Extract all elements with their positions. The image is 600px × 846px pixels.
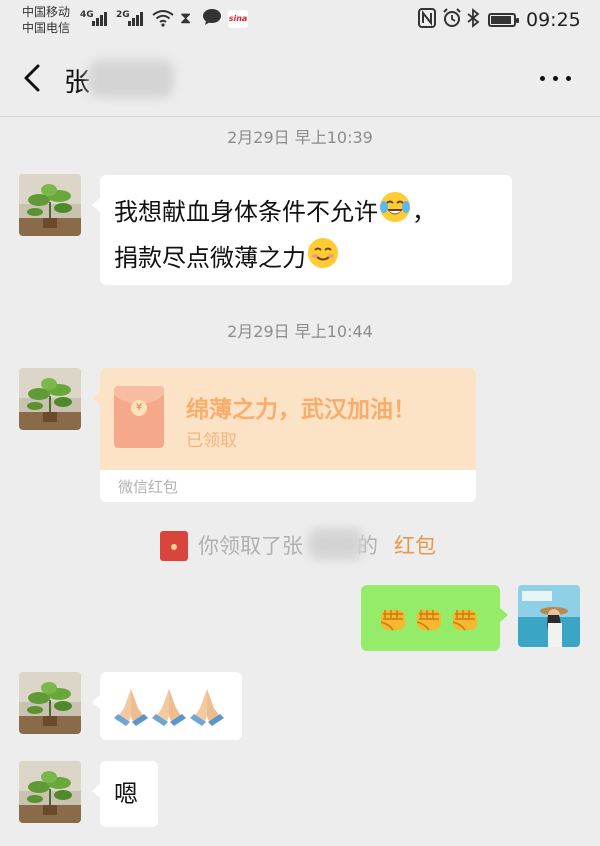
red-packet-title: 绵薄之力，武汉加油！ bbox=[186, 397, 416, 423]
redacted-name bbox=[308, 528, 364, 560]
fist-emoji bbox=[375, 600, 411, 640]
contact-avatar[interactable] bbox=[19, 761, 81, 823]
folded-hands-group bbox=[112, 686, 226, 730]
message-line: 我想献血身体条件不允许 ， bbox=[114, 190, 436, 236]
fist-emoji bbox=[447, 600, 483, 640]
battery-level bbox=[491, 16, 511, 24]
my-avatar[interactable] bbox=[518, 585, 580, 647]
hourglass-icon: ⧗ bbox=[180, 8, 192, 27]
clock: 09:25 bbox=[526, 9, 581, 31]
chat-header: 张 bbox=[0, 42, 600, 117]
fist-emoji bbox=[411, 600, 447, 640]
red-packet-body: ¥ 绵薄之力，武汉加油！ 已领取 bbox=[100, 368, 476, 470]
status-bar: 中国移动 中国电信 4G 2G ⧗ sina 09:25 bbox=[0, 0, 600, 42]
message-punctuation: ， bbox=[412, 198, 436, 226]
chevron-left-icon bbox=[24, 64, 40, 92]
red-envelope-icon bbox=[160, 531, 188, 561]
red-packet-link[interactable]: 红包 bbox=[394, 530, 436, 560]
timestamp: 2月29日 早上10:44 bbox=[227, 322, 373, 341]
alarm-icon bbox=[442, 8, 462, 33]
message-bubble[interactable]: 我想献血身体条件不允许 ， 捐款尽点微薄之力 bbox=[92, 175, 512, 285]
contact-avatar[interactable] bbox=[19, 672, 81, 734]
redacted-name bbox=[88, 60, 174, 98]
red-packet-card[interactable]: ¥ 绵薄之力，武汉加油！ 已领取 微信红包 bbox=[92, 368, 476, 502]
laughing-crying-emoji bbox=[378, 190, 412, 236]
message-bubble[interactable]: 嗯 bbox=[92, 761, 158, 827]
chat-title: 张 bbox=[64, 68, 91, 98]
carrier-1: 中国移动 bbox=[22, 5, 71, 19]
message-line: 捐款尽点微薄之力 bbox=[114, 236, 436, 282]
red-envelope-icon: ¥ bbox=[114, 386, 164, 448]
signal-icon bbox=[128, 10, 148, 26]
message-text: 捐款尽点微薄之力 bbox=[114, 244, 306, 272]
carrier-labels: 中国移动 中国电信 bbox=[22, 4, 70, 36]
carrier-2: 中国电信 bbox=[22, 21, 71, 35]
nfc-icon bbox=[418, 8, 436, 33]
folded-hands-emoji bbox=[188, 686, 226, 730]
more-button[interactable] bbox=[538, 72, 574, 84]
signal-icon bbox=[92, 10, 112, 26]
folded-hands-emoji bbox=[150, 686, 188, 730]
bluetooth-icon bbox=[466, 8, 480, 33]
red-packet-footer: 微信红包 bbox=[118, 478, 179, 496]
message-bubble[interactable] bbox=[92, 672, 242, 740]
back-button[interactable] bbox=[20, 62, 50, 94]
message-text: 我想献血身体条件不允许 bbox=[114, 198, 378, 226]
sina-weibo-icon: sina bbox=[228, 10, 248, 28]
contact-avatar[interactable] bbox=[19, 368, 81, 430]
fist-emoji-group bbox=[375, 600, 483, 640]
message-text: 嗯 bbox=[114, 780, 138, 808]
notice-prefix: 你领取了张 bbox=[198, 534, 303, 558]
chat-bubble-icon bbox=[202, 8, 222, 31]
contact-avatar[interactable] bbox=[19, 174, 81, 236]
red-packet-status: 已领取 bbox=[186, 431, 237, 451]
timestamp: 2月29日 早上10:39 bbox=[227, 128, 373, 147]
battery-icon bbox=[488, 13, 519, 27]
my-message-bubble[interactable] bbox=[361, 585, 508, 651]
smiling-emoji bbox=[306, 236, 340, 282]
wifi-icon bbox=[152, 9, 174, 32]
folded-hands-emoji bbox=[112, 686, 150, 730]
